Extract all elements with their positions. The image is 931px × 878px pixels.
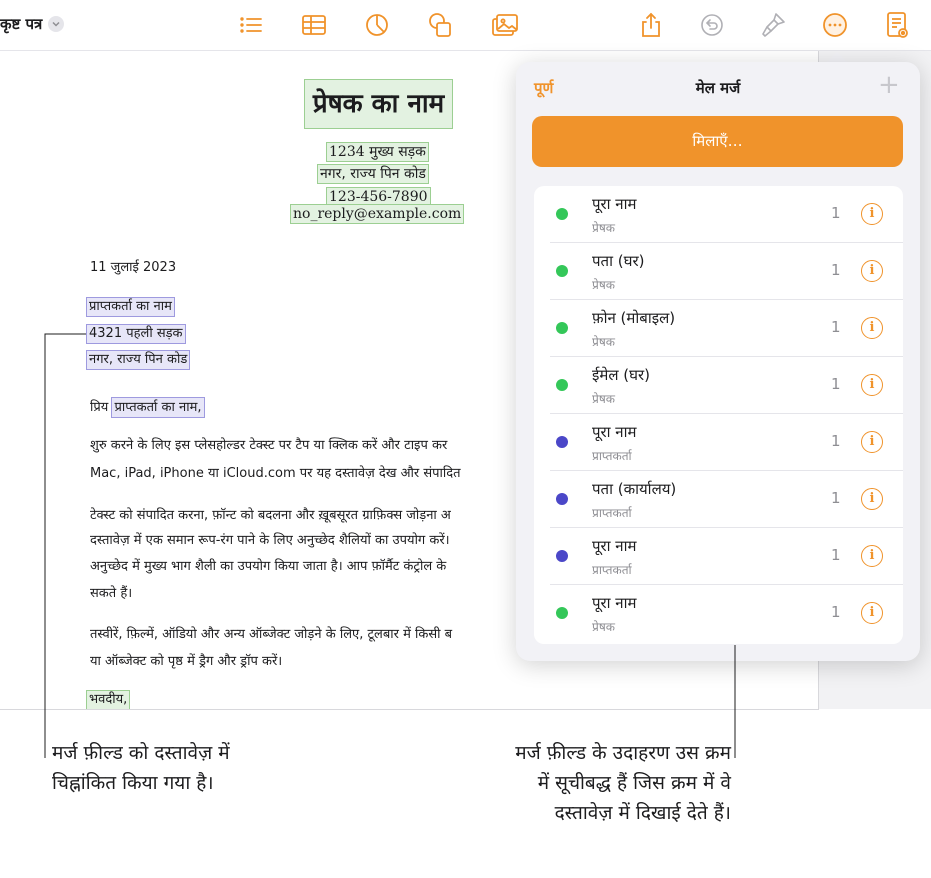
- info-icon[interactable]: i: [861, 260, 883, 282]
- format-brush-icon[interactable]: [758, 10, 788, 40]
- right-callout-line2: में सूचीबद्ध हैं जिस क्रम में वे: [537, 772, 731, 794]
- sender-name-field[interactable]: प्रेषक का नाम: [304, 79, 453, 129]
- list-item[interactable]: ईमेल (घर) प्रेषक 1 i: [534, 357, 903, 414]
- list-item[interactable]: पता (घर) प्रेषक 1 i: [534, 243, 903, 300]
- field-color-dot: [556, 436, 568, 448]
- add-field-button[interactable]: +: [878, 72, 900, 98]
- done-button[interactable]: पूर्ण: [534, 78, 553, 98]
- salutation-prefix: प्रिय: [90, 400, 109, 415]
- left-callout-line2: चिह्नांकित किया गया है।: [52, 772, 214, 794]
- info-icon[interactable]: i: [861, 488, 883, 510]
- share-icon[interactable]: [636, 10, 666, 40]
- field-source: प्राप्तकर्ता: [592, 449, 632, 463]
- left-callout-line1: मर्ज फ़ील्ड को दस्तावेज़ में: [52, 742, 230, 764]
- field-count: 1: [831, 546, 841, 564]
- right-callout-line3: दस्तावेज़ में दिखाई देते हैं।: [554, 802, 731, 824]
- table-icon[interactable]: [299, 10, 329, 40]
- date-text: 11 जुलाई 2023: [90, 260, 177, 275]
- info-icon[interactable]: i: [861, 602, 883, 624]
- para3-line1: तस्वीरें, फ़िल्में, ऑडियो और अन्य ऑब्जेक…: [90, 627, 453, 642]
- field-color-dot: [556, 493, 568, 505]
- sender-street-field[interactable]: 1234 मुख्य सड़क: [326, 142, 429, 162]
- field-color-dot: [556, 322, 568, 334]
- recipient-city-field[interactable]: नगर, राज्य पिन कोड: [85, 350, 191, 370]
- info-icon[interactable]: i: [861, 203, 883, 225]
- more-icon[interactable]: [820, 10, 850, 40]
- field-color-dot: [556, 550, 568, 562]
- chart-icon[interactable]: [362, 10, 392, 40]
- list-item[interactable]: पता (कार्यालय) प्राप्तकर्ता 1 i: [534, 471, 903, 528]
- list-item[interactable]: पूरा नाम प्रेषक 1 i: [534, 186, 903, 243]
- recipient-name-field[interactable]: प्राप्तकर्ता का नाम: [86, 297, 175, 317]
- document-title-label: कृष्ट पत्र: [0, 15, 43, 33]
- field-source: प्रेषक: [592, 392, 615, 406]
- para2-line2: दस्तावेज़ में एक समान रूप-रंग पाने के लि…: [90, 533, 450, 548]
- field-source: प्राप्तकर्ता: [592, 563, 632, 577]
- para3-line2: या ऑब्जेक्ट को पृष्ठ में ड्रैग और ड्रॉप …: [90, 654, 283, 669]
- field-count: 1: [831, 489, 841, 507]
- list-item[interactable]: पूरा नाम प्रेषक 1 i: [534, 585, 903, 642]
- list-item[interactable]: पूरा नाम प्राप्तकर्ता 1 i: [534, 414, 903, 471]
- recipient-street-field[interactable]: 4321 पहली सड़क: [86, 324, 186, 344]
- field-count: 1: [831, 432, 841, 450]
- info-icon[interactable]: i: [861, 317, 883, 339]
- sender-phone-field[interactable]: 123-456-7890: [326, 187, 431, 207]
- undo-icon[interactable]: [697, 10, 727, 40]
- right-callout: मर्ज फ़ील्ड के उदाहरण उस क्रम में सूचीबद…: [515, 738, 731, 828]
- field-source: प्राप्तकर्ता: [592, 506, 632, 520]
- field-count: 1: [831, 318, 841, 336]
- merge-button[interactable]: मिलाएँ…: [532, 116, 903, 167]
- field-color-dot: [556, 208, 568, 220]
- toolbar: कृष्ट पत्र: [0, 0, 931, 51]
- field-count: 1: [831, 375, 841, 393]
- popover-title: मेल मर्ज: [695, 79, 741, 97]
- para2-line1: टेक्स्ट को संपादित करना, फ़ॉन्ट को बदलना…: [90, 508, 451, 523]
- para2-line4: सकते हैं।: [90, 586, 133, 601]
- field-source: प्रेषक: [592, 221, 615, 235]
- field-color-dot: [556, 379, 568, 391]
- mail-merge-popover: मेल मर्ज पूर्ण + मिलाएँ… पूरा नाम प्रेषक…: [516, 62, 920, 661]
- field-title: पता (कार्यालय): [592, 480, 677, 498]
- field-title: पूरा नाम: [592, 195, 637, 213]
- info-icon[interactable]: i: [861, 374, 883, 396]
- chevron-down-icon[interactable]: [48, 16, 65, 32]
- closing-field[interactable]: भवदीय,: [85, 690, 131, 709]
- field-title: फ़ोन (मोबाइल): [592, 309, 676, 327]
- document-title[interactable]: कृष्ट पत्र: [0, 14, 65, 34]
- right-callout-line1: मर्ज फ़ील्ड के उदाहरण उस क्रम: [515, 742, 731, 764]
- field-title: ईमेल (घर): [592, 366, 650, 384]
- field-title: पूरा नाम: [592, 594, 637, 612]
- sender-email-field[interactable]: no_reply@example.com: [289, 204, 465, 224]
- list-item[interactable]: पूरा नाम प्राप्तकर्ता 1 i: [534, 528, 903, 585]
- field-title: पता (घर): [592, 252, 645, 270]
- field-count: 1: [831, 603, 841, 621]
- sender-city-field[interactable]: नगर, राज्य पिन कोड: [317, 164, 429, 184]
- field-count: 1: [831, 261, 841, 279]
- field-source: प्रेषक: [592, 278, 615, 292]
- merge-field-list: पूरा नाम प्रेषक 1 i पता (घर) प्रेषक 1 i …: [534, 186, 903, 644]
- info-icon[interactable]: i: [861, 545, 883, 567]
- field-source: प्रेषक: [592, 620, 615, 634]
- list-item[interactable]: फ़ोन (मोबाइल) प्रेषक 1 i: [534, 300, 903, 357]
- para1-line1: शुरु करने के लिए इस प्लेसहोल्डर टेक्स्ट …: [90, 438, 448, 453]
- field-color-dot: [556, 607, 568, 619]
- shape-icon[interactable]: [425, 10, 455, 40]
- media-icon[interactable]: [490, 10, 520, 40]
- field-source: प्रेषक: [592, 335, 615, 349]
- para1-line2: Mac, iPad, iPhone या iCloud.com पर यह दस…: [90, 466, 461, 481]
- salutation: प्रिय प्राप्तकर्ता का नाम,: [90, 395, 205, 420]
- field-title: पूरा नाम: [592, 423, 637, 441]
- salutation-recipient-field[interactable]: प्राप्तकर्ता का नाम,: [111, 397, 205, 418]
- field-title: पूरा नाम: [592, 537, 637, 555]
- info-icon[interactable]: i: [861, 431, 883, 453]
- field-color-dot: [556, 265, 568, 277]
- left-callout: मर्ज फ़ील्ड को दस्तावेज़ में चिह्नांकित …: [52, 738, 230, 798]
- document-view-icon[interactable]: [882, 10, 912, 40]
- list-icon[interactable]: [236, 10, 266, 40]
- para2-line3: अनुच्छेद में मुख्य भाग शैली का उपयोग किय…: [90, 559, 447, 574]
- field-count: 1: [831, 204, 841, 222]
